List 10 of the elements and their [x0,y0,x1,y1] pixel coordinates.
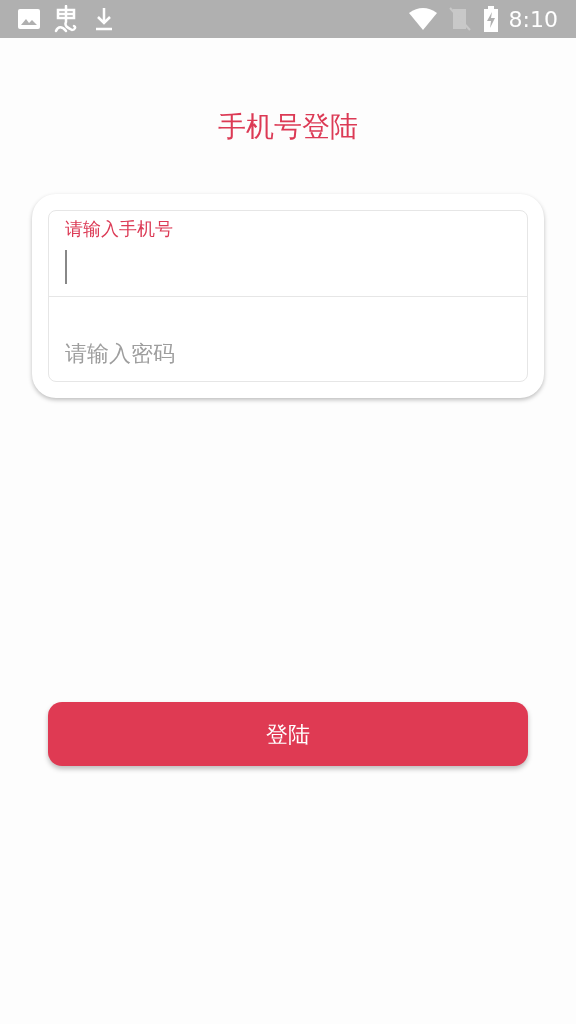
login-button[interactable]: 登陆 [48,702,528,766]
no-sim-icon [448,7,471,31]
wifi-icon [408,8,437,30]
battery-charging-icon [482,6,499,32]
image-icon [18,9,40,29]
download-icon [94,7,114,31]
password-input-field[interactable]: 请输入密码 [65,335,511,371]
status-time: 8:10 [508,5,558,34]
page-title: 手机号登陆 [218,109,358,145]
floating-label: 请输入手机号 [65,217,173,241]
